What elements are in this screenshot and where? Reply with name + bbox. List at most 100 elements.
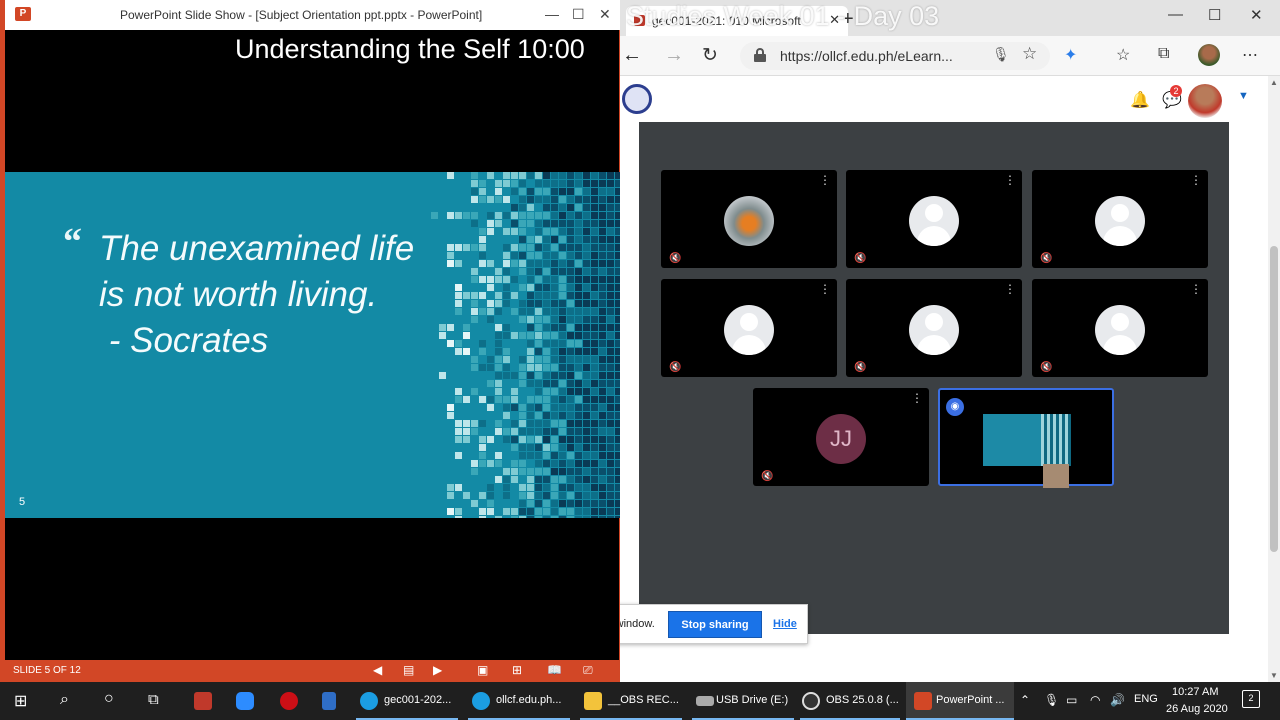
pixel-square	[551, 380, 558, 387]
url-text[interactable]: https://ollcf.edu.ph/eLearn...	[780, 48, 953, 64]
taskbar-item-usb[interactable]: USB Drive (E:)	[688, 682, 798, 720]
opera-icon[interactable]	[280, 692, 298, 710]
pixel-square	[527, 316, 534, 323]
tab-close-icon[interactable]: ✕	[829, 12, 840, 28]
pixel-square	[607, 276, 614, 283]
pixel-square	[495, 212, 502, 219]
clock-date[interactable]: 26 Aug 2020	[1166, 703, 1228, 715]
slide-sorter-icon[interactable]: ⊞	[512, 663, 522, 677]
scroll-thumb[interactable]	[1270, 246, 1278, 552]
participant-tile[interactable]: ⋮ 🔇	[846, 170, 1022, 268]
cortana-icon[interactable]: ○	[104, 690, 114, 708]
pixel-square	[543, 196, 550, 203]
address-bar[interactable]: https://ollcf.edu.ph/eLearn... 🎙 ☆	[740, 42, 1050, 70]
pixel-square	[583, 476, 590, 483]
participant-tile[interactable]: ⋮ 🔇	[661, 170, 837, 268]
notes-icon[interactable]	[322, 692, 336, 710]
participant-tile[interactable]: ⋮ 🔇	[1032, 170, 1208, 268]
tile-menu-icon[interactable]: ⋮	[1190, 283, 1202, 295]
filezilla-icon[interactable]	[194, 692, 212, 710]
slide[interactable]: “ The unexamined life is not worth livin…	[5, 172, 620, 518]
tile-menu-icon[interactable]: ⋮	[1004, 283, 1016, 295]
participant-tile[interactable]: ⋮ JJ 🔇	[753, 388, 929, 486]
participant-tile[interactable]: ⋮ 🔇	[661, 279, 837, 377]
user-avatar[interactable]	[1188, 84, 1222, 118]
battery-icon[interactable]: ▭	[1066, 693, 1077, 707]
slide-notes-icon[interactable]: ▤	[403, 663, 414, 677]
pixel-square	[591, 332, 598, 339]
pixel-square	[511, 244, 518, 251]
stop-sharing-button[interactable]: Stop sharing	[668, 611, 762, 638]
collections-icon[interactable]: ⧉	[1158, 45, 1169, 63]
taskbar-item-edge-1[interactable]: gec001-202...	[352, 682, 462, 720]
windows-start-icon[interactable]: ⊞	[14, 691, 27, 711]
school-logo[interactable]	[622, 84, 652, 114]
normal-view-icon[interactable]: ▣	[477, 663, 488, 677]
notification-center-icon[interactable]: 2	[1242, 690, 1260, 708]
pixel-square	[495, 476, 502, 483]
slideshow-icon[interactable]: ⎚	[583, 663, 593, 678]
presentation-tile[interactable]: ◉	[938, 388, 1114, 488]
pixel-square	[527, 244, 534, 251]
reading-view-icon[interactable]: 📖	[547, 663, 562, 677]
back-icon[interactable]: ←	[622, 44, 642, 67]
next-slide-icon[interactable]: ▶	[433, 663, 442, 677]
page-scrollbar[interactable]: ▲ ▼	[1268, 76, 1280, 682]
zoom-icon[interactable]	[236, 692, 254, 710]
favorites-icon[interactable]: ☆	[1116, 45, 1130, 65]
new-tab-button[interactable]: +	[842, 8, 854, 31]
clock-time[interactable]: 10:27 AM	[1172, 686, 1218, 698]
maximize-icon[interactable]: ☐	[572, 6, 585, 23]
minimize-icon[interactable]: —	[545, 6, 559, 22]
taskbar-item-powerpoint[interactable]: PowerPoint ...	[906, 682, 1014, 720]
pixel-square	[607, 348, 614, 355]
pixel-square	[503, 476, 510, 483]
taskbar-item-edge-2[interactable]: ollcf.edu.ph...	[464, 682, 574, 720]
mic-permission-icon[interactable]: 🎙	[992, 46, 1010, 63]
mic-tray-icon[interactable]: 🎙	[1044, 693, 1059, 707]
star-icon[interactable]: ☆	[1022, 44, 1037, 64]
wifi-icon[interactable]: ◠	[1090, 693, 1100, 707]
task-view-icon[interactable]: ⧉	[148, 691, 159, 708]
minimize-icon[interactable]: —	[1168, 6, 1183, 23]
pixel-square	[543, 260, 550, 267]
pixel-square	[535, 236, 542, 243]
bell-icon[interactable]: 🔔	[1130, 90, 1150, 110]
pixel-square	[471, 356, 478, 363]
participant-tile[interactable]: ⋮ 🔇	[1032, 279, 1208, 377]
tile-menu-icon[interactable]: ⋮	[1190, 174, 1202, 186]
forward-icon[interactable]: →	[664, 44, 684, 67]
taskbar-item-folder[interactable]: __OBS REC...	[576, 682, 686, 720]
tile-menu-icon[interactable]: ⋮	[911, 392, 923, 404]
previous-slide-icon[interactable]: ◀	[373, 663, 382, 677]
search-icon[interactable]: ⌕	[60, 691, 69, 709]
volume-icon[interactable]: 🔊	[1110, 693, 1125, 707]
pixel-square	[559, 268, 566, 275]
tile-menu-icon[interactable]: ⋮	[819, 283, 831, 295]
pixel-square	[575, 388, 582, 395]
reload-icon[interactable]: ↻	[702, 44, 718, 67]
hide-link[interactable]: Hide	[773, 618, 797, 630]
browser-tab[interactable]: gec001-2021: 010 Microsoft ✕	[626, 6, 848, 36]
close-icon[interactable]: ✕	[1250, 6, 1263, 24]
participant-tile[interactable]: ⋮ 🔇	[846, 279, 1022, 377]
profile-avatar[interactable]	[1198, 44, 1220, 66]
pixel-square	[591, 404, 598, 411]
chevron-down-icon[interactable]: ▼	[1238, 90, 1249, 102]
scroll-up-icon[interactable]: ▲	[1270, 78, 1278, 87]
pixel-square	[599, 484, 606, 491]
taskbar-item-obs[interactable]: OBS 25.0.8 (...	[796, 682, 904, 720]
tile-menu-icon[interactable]: ⋮	[1004, 174, 1016, 186]
language-indicator[interactable]: ENG	[1134, 693, 1158, 705]
extension-icon[interactable]: ✦	[1064, 45, 1077, 65]
maximize-icon[interactable]: ☐	[1208, 6, 1221, 24]
pixel-square	[551, 324, 558, 331]
presenter-video	[1043, 464, 1069, 488]
pixel-square	[511, 468, 518, 475]
close-icon[interactable]: ✕	[599, 6, 611, 23]
chevron-up-icon[interactable]: ⌃	[1020, 693, 1030, 707]
more-options-icon[interactable]: ⋯	[1242, 45, 1258, 65]
pixel-square	[551, 196, 558, 203]
tile-menu-icon[interactable]: ⋮	[819, 174, 831, 186]
scroll-down-icon[interactable]: ▼	[1270, 671, 1278, 680]
